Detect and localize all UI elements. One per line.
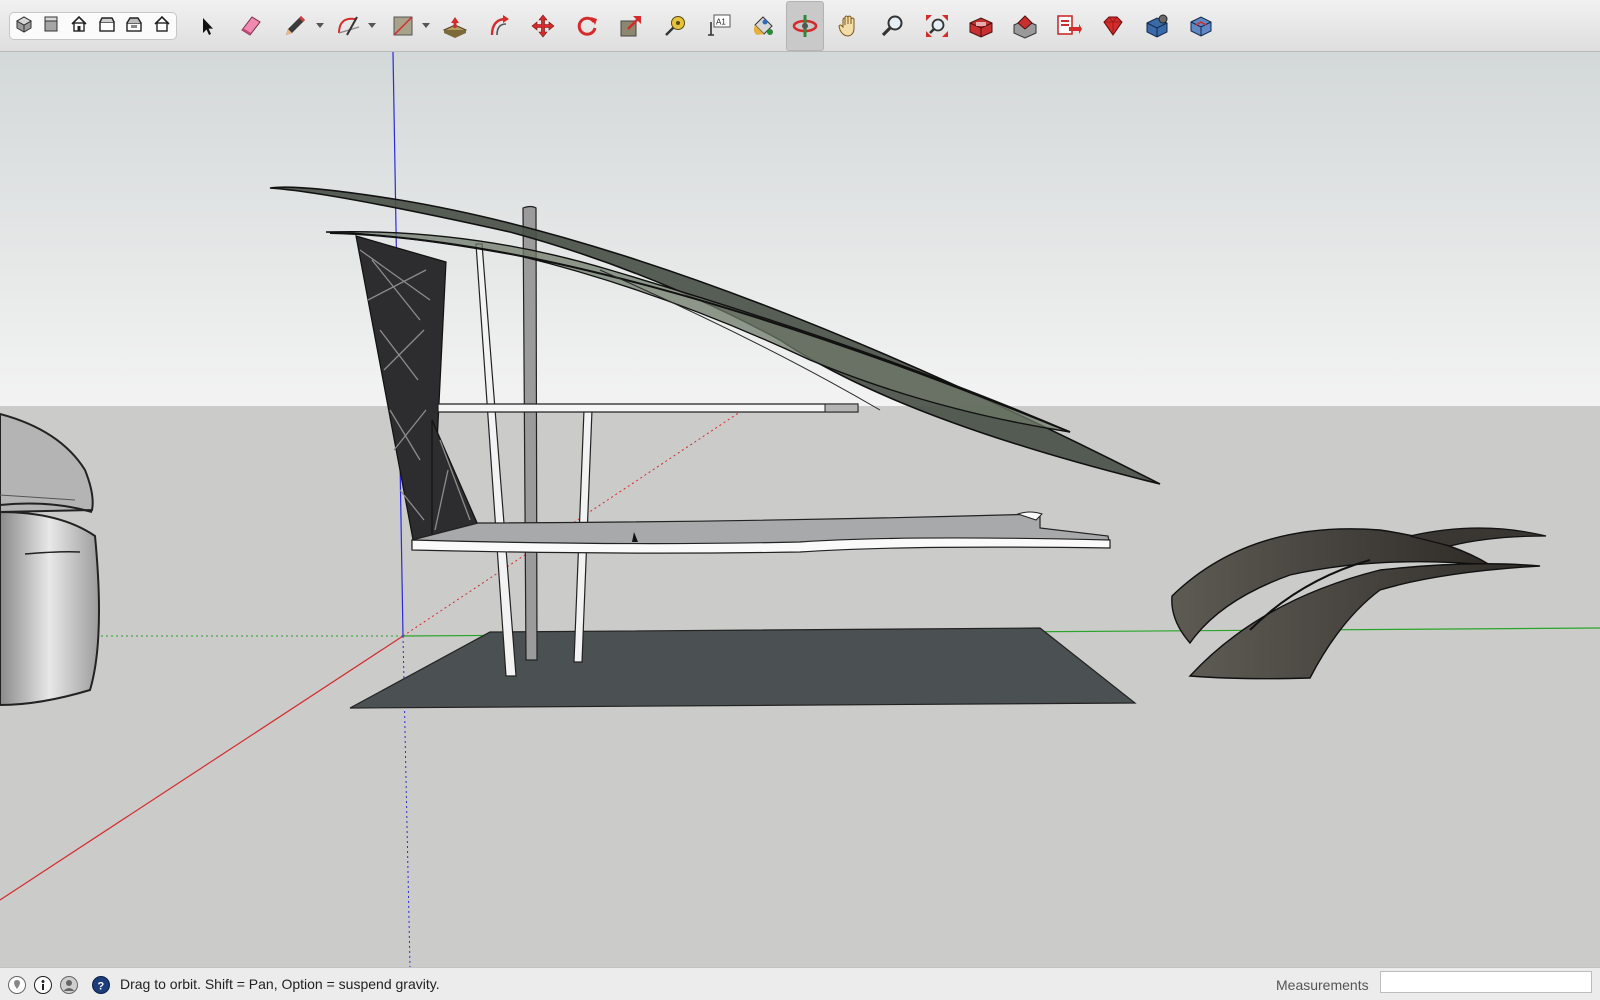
eraser-icon xyxy=(241,16,261,36)
line-tool[interactable] xyxy=(276,8,314,44)
scale-icon xyxy=(620,16,641,37)
warehouse-icon xyxy=(969,17,993,38)
warehouse-tool[interactable] xyxy=(962,8,1000,44)
rectangle-tool[interactable] xyxy=(384,8,422,44)
toolbar: A1 xyxy=(0,0,1600,52)
offset-icon xyxy=(490,15,509,36)
geo-location-icon[interactable] xyxy=(8,976,26,994)
pencil-icon xyxy=(286,16,305,35)
paint-bucket-tool[interactable] xyxy=(744,8,782,44)
rectangle-tool-dropdown[interactable] xyxy=(422,23,430,28)
rotate-icon xyxy=(577,16,597,36)
zoom-tool[interactable] xyxy=(874,8,912,44)
instructor-help-icon[interactable]: ? xyxy=(92,976,110,994)
arc-tool-dropdown[interactable] xyxy=(368,23,376,28)
orbit-tool[interactable] xyxy=(786,1,824,51)
orbit-icon xyxy=(792,15,818,37)
model-viewport[interactable] xyxy=(0,51,1600,968)
arc-icon xyxy=(338,16,360,36)
text-tool[interactable]: A1 xyxy=(700,8,738,44)
iso-view-icon[interactable] xyxy=(14,14,34,39)
measurements-label: Measurements xyxy=(1276,977,1369,993)
components-tool[interactable] xyxy=(1182,8,1220,44)
back-view-icon[interactable] xyxy=(124,14,144,39)
send-to-layout-tool[interactable] xyxy=(1050,8,1088,44)
right-view-icon[interactable] xyxy=(97,14,117,39)
user-account-icon[interactable] xyxy=(60,976,78,994)
move-icon xyxy=(531,14,555,38)
svg-text:?: ? xyxy=(98,981,105,993)
push-pull-tool[interactable] xyxy=(436,8,474,44)
upper-floor-edge xyxy=(824,403,859,413)
scale-tool[interactable] xyxy=(612,8,650,44)
layout-icon xyxy=(1057,15,1082,35)
line-tool-dropdown[interactable] xyxy=(316,23,324,28)
magnifier-icon xyxy=(881,15,903,37)
move-tool[interactable] xyxy=(524,8,562,44)
credits-icon[interactable] xyxy=(34,976,52,994)
rotate-tool[interactable] xyxy=(568,8,606,44)
extension-manager-icon xyxy=(1146,14,1168,38)
measurements-input[interactable] xyxy=(1380,971,1592,993)
ruby-icon xyxy=(1103,16,1123,36)
share-model-icon xyxy=(1013,15,1037,39)
scene-canvas[interactable] xyxy=(0,51,1600,968)
left-view-icon[interactable] xyxy=(152,14,172,39)
share-model-tool[interactable] xyxy=(1006,8,1044,44)
extension-manager-tool[interactable] xyxy=(1138,8,1176,44)
component-icon xyxy=(1190,16,1212,37)
push-pull-icon xyxy=(442,17,468,38)
eraser-tool[interactable] xyxy=(232,8,270,44)
zoom-extents-tool[interactable] xyxy=(918,8,956,44)
hand-icon xyxy=(838,15,855,37)
top-view-icon[interactable] xyxy=(41,14,61,39)
text-icon: A1 xyxy=(708,14,731,36)
rectangle-icon xyxy=(393,16,413,36)
front-view-icon[interactable] xyxy=(69,14,89,39)
views-toolbar xyxy=(9,12,177,40)
tape-measure-tool[interactable] xyxy=(656,8,694,44)
upper-floor[interactable] xyxy=(437,403,859,413)
text-tool-label: A1 xyxy=(716,18,726,27)
paint-bucket-icon xyxy=(753,16,773,35)
status-hint: Drag to orbit. Shift = Pan, Option = sus… xyxy=(120,976,440,992)
select-tool[interactable] xyxy=(188,8,226,44)
extension-warehouse-tool[interactable] xyxy=(1094,8,1132,44)
zoom-extents-icon xyxy=(926,15,948,37)
status-bar: ? Drag to orbit. Shift = Pan, Option = s… xyxy=(0,967,1600,1000)
arrow-icon xyxy=(203,18,213,35)
arc-tool[interactable] xyxy=(330,8,368,44)
pan-tool[interactable] xyxy=(830,8,868,44)
offset-tool[interactable] xyxy=(480,8,518,44)
tape-measure-icon xyxy=(665,16,685,36)
